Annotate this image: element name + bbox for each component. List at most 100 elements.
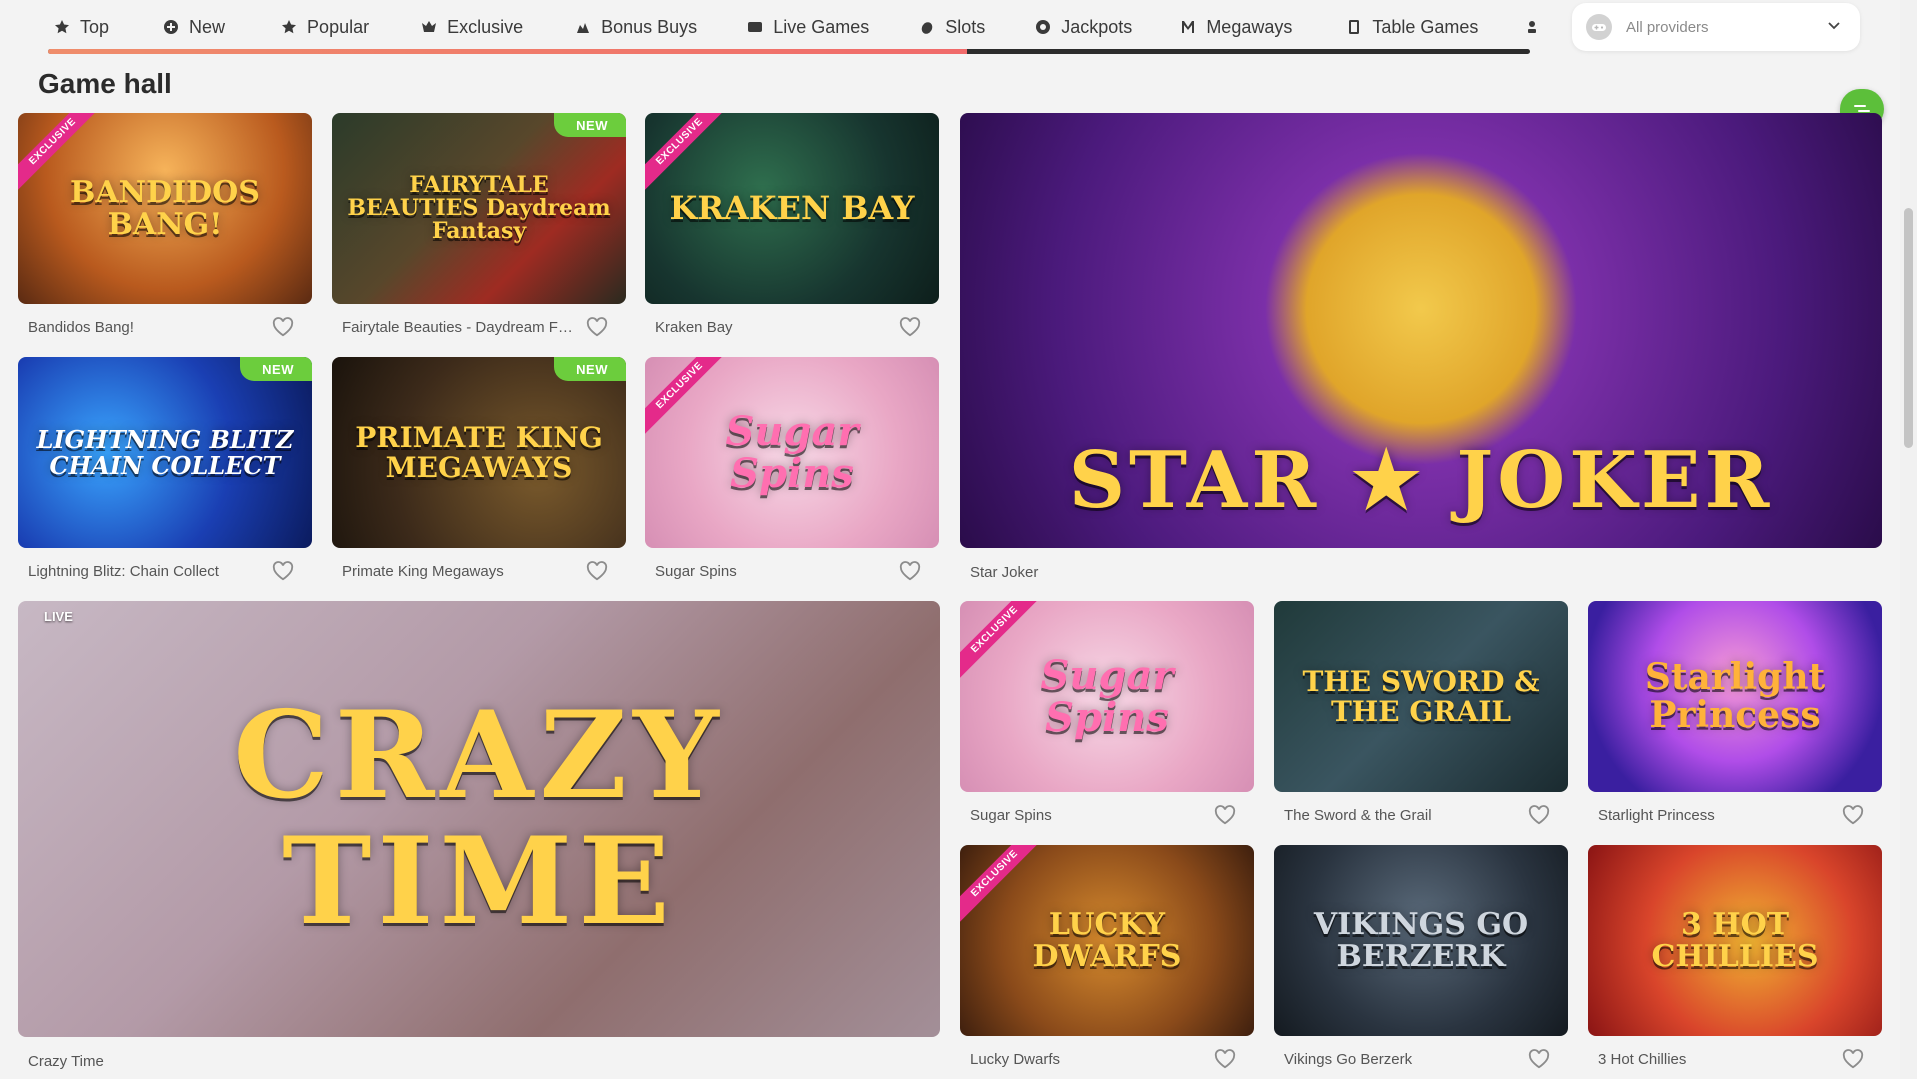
favorite-heart-icon[interactable] — [1214, 805, 1236, 827]
game-title: Lucky Dwarfs — [970, 1051, 1061, 1068]
game-thumbnail[interactable]: Sugar Spins EXCLUSIVE — [960, 601, 1254, 792]
game-tile-fairytale[interactable]: FAIRYTALE BEAUTIES Daydream Fantasy NEW … — [332, 113, 626, 345]
game-tile-sugar-spins-2[interactable]: Sugar Spins EXCLUSIVE Sugar Spins — [960, 601, 1254, 833]
game-title: Sugar Spins — [655, 563, 737, 580]
tab-new[interactable]: New — [163, 17, 225, 38]
game-art-title: VIKINGS GO BERZERK — [1313, 907, 1529, 974]
game-tile-3-hot-chillies[interactable]: 3 HOT CHILLIES 3 Hot Chillies — [1588, 845, 1882, 1077]
game-thumbnail[interactable]: STAR ★ JOKER — [960, 113, 1882, 548]
game-art-title: Sugar Spins — [725, 407, 859, 497]
tab-live-games[interactable]: Live Games — [747, 17, 869, 38]
tab-popular[interactable]: Popular — [281, 17, 369, 38]
game-title: Fairytale Beauties - Daydream Fantasy — [342, 319, 578, 336]
favorite-heart-icon[interactable] — [1214, 1049, 1236, 1071]
game-art-title: LUCKY DWARFS — [1032, 907, 1182, 974]
tab-scroll-progress — [48, 49, 967, 54]
game-tile-primate-king[interactable]: PRIMATE KING MEGAWAYS NEW Primate King M… — [332, 357, 626, 589]
game-tile-vikings-go-berzerk[interactable]: VIKINGS GO BERZERK Vikings Go Berzerk — [1274, 845, 1568, 1077]
favorite-heart-icon[interactable] — [586, 561, 608, 583]
game-title: Lightning Blitz: Chain Collect — [28, 563, 219, 580]
game-thumbnail[interactable]: LIGHTNING BLITZ CHAIN COLLECT NEW — [18, 357, 312, 548]
sparkle-icon — [575, 19, 591, 35]
tab-label: Live Games — [773, 16, 870, 37]
tab-top[interactable]: Top — [54, 17, 109, 38]
game-art-title: FAIRYTALE BEAUTIES Daydream Fantasy — [347, 171, 611, 245]
page-scrollbar[interactable] — [1900, 0, 1917, 1079]
game-title: Primate King Megaways — [342, 563, 504, 580]
game-art-title: Sugar Spins — [1040, 651, 1174, 741]
game-thumbnail[interactable]: VIKINGS GO BERZERK — [1274, 845, 1568, 1036]
tab-exclusive[interactable]: Exclusive — [421, 17, 523, 38]
provider-select-value: All providers — [1626, 18, 1709, 36]
tab-slots[interactable]: Slots — [919, 17, 985, 38]
game-art-title: BANDIDOS BANG! — [70, 175, 260, 242]
tab-megaways[interactable]: Megaways — [1180, 17, 1292, 38]
game-tile-sword-grail[interactable]: THE SWORD & THE GRAIL The Sword & the Gr… — [1274, 601, 1568, 833]
tab-label: Table Games — [1372, 16, 1479, 37]
favorite-heart-icon[interactable] — [1842, 1049, 1864, 1071]
page-title: Game hall — [38, 68, 172, 99]
game-thumbnail[interactable]: 3 HOT CHILLIES — [1588, 845, 1882, 1036]
tab-label: Top — [80, 16, 110, 37]
cherry-icon — [919, 19, 935, 35]
gamepad-icon — [1586, 14, 1612, 40]
scrollbar-thumb[interactable] — [1904, 208, 1913, 448]
game-thumbnail[interactable]: PRIMATE KING MEGAWAYS NEW — [332, 357, 626, 548]
game-title: Kraken Bay — [655, 319, 733, 336]
tab-bonus-buys[interactable]: Bonus Buys — [575, 17, 697, 38]
tab-label: New — [189, 16, 226, 37]
favorite-heart-icon[interactable] — [1528, 805, 1550, 827]
game-art-title: THE SWORD & THE GRAIL — [1302, 665, 1540, 728]
game-art-title: KRAKEN BAY — [669, 188, 915, 227]
game-tile-starlight-princess[interactable]: Starlight Princess Starlight Princess — [1588, 601, 1882, 833]
game-thumbnail[interactable]: CRAZY TIME LIVE — [18, 601, 940, 1037]
plus-circle-icon — [163, 19, 179, 35]
favorite-heart-icon[interactable] — [1528, 1049, 1550, 1071]
game-tile-bandidos[interactable]: BANDIDOS BANG! EXCLUSIVE Bandidos Bang! — [18, 113, 312, 345]
game-art-title: Starlight Princess — [1644, 655, 1826, 736]
game-title: The Sword & the Grail — [1284, 807, 1432, 824]
star-icon — [54, 19, 70, 35]
game-tile-sugar-spins[interactable]: Sugar Spins EXCLUSIVE Sugar Spins — [645, 357, 939, 589]
new-badge: NEW — [240, 357, 312, 381]
tab-more[interactable] — [1524, 19, 1540, 35]
new-badge: NEW — [554, 113, 626, 137]
provider-select[interactable]: All providers — [1572, 3, 1860, 51]
game-thumbnail[interactable]: Sugar Spins EXCLUSIVE — [645, 357, 939, 548]
game-thumbnail[interactable]: THE SWORD & THE GRAIL — [1274, 601, 1568, 792]
game-thumbnail[interactable]: BANDIDOS BANG! EXCLUSIVE — [18, 113, 312, 304]
game-thumbnail[interactable]: FAIRYTALE BEAUTIES Daydream Fantasy NEW — [332, 113, 626, 304]
game-tile-lightning-blitz[interactable]: LIGHTNING BLITZ CHAIN COLLECT NEW Lightn… — [18, 357, 312, 589]
favorite-heart-icon[interactable] — [272, 317, 294, 339]
game-tile-star-joker[interactable]: STAR ★ JOKER Star Joker — [960, 113, 1882, 593]
live-badge: LIVE — [44, 609, 73, 624]
chip-icon — [1035, 19, 1051, 35]
category-navbar: Top New Popular Exclusive Bonus Buys Liv… — [0, 0, 1900, 56]
game-thumbnail[interactable]: Starlight Princess — [1588, 601, 1882, 792]
favorite-heart-icon[interactable] — [1842, 805, 1864, 827]
tab-label: Jackpots — [1061, 16, 1133, 37]
game-tile-crazy-time[interactable]: CRAZY TIME LIVE Crazy Time — [18, 601, 940, 1079]
game-thumbnail[interactable]: KRAKEN BAY EXCLUSIVE — [645, 113, 939, 304]
game-art-title: CRAZY TIME — [233, 685, 725, 952]
game-title: Starlight Princess — [1598, 807, 1715, 824]
game-thumbnail[interactable]: LUCKY DWARFS EXCLUSIVE — [960, 845, 1254, 1036]
game-tile-kraken[interactable]: KRAKEN BAY EXCLUSIVE Kraken Bay — [645, 113, 939, 345]
card-icon — [1346, 19, 1362, 35]
favorite-heart-icon[interactable] — [899, 317, 921, 339]
game-art-title: STAR ★ JOKER — [1068, 434, 1774, 526]
favorite-heart-icon[interactable] — [899, 561, 921, 583]
game-title: Crazy Time — [28, 1053, 104, 1070]
crown-icon — [421, 19, 437, 35]
tab-jackpots[interactable]: Jackpots — [1035, 17, 1132, 38]
favorite-heart-icon[interactable] — [272, 561, 294, 583]
tab-table-games[interactable]: Table Games — [1346, 17, 1478, 38]
game-title: Star Joker — [970, 564, 1039, 581]
tab-label: Slots — [945, 16, 986, 37]
m-icon — [1180, 19, 1196, 35]
person-icon — [1524, 19, 1540, 35]
game-tile-lucky-dwarfs[interactable]: LUCKY DWARFS EXCLUSIVE Lucky Dwarfs — [960, 845, 1254, 1077]
game-title: 3 Hot Chillies — [1598, 1051, 1687, 1068]
favorite-heart-icon[interactable] — [586, 317, 608, 339]
game-title: Sugar Spins — [970, 807, 1052, 824]
